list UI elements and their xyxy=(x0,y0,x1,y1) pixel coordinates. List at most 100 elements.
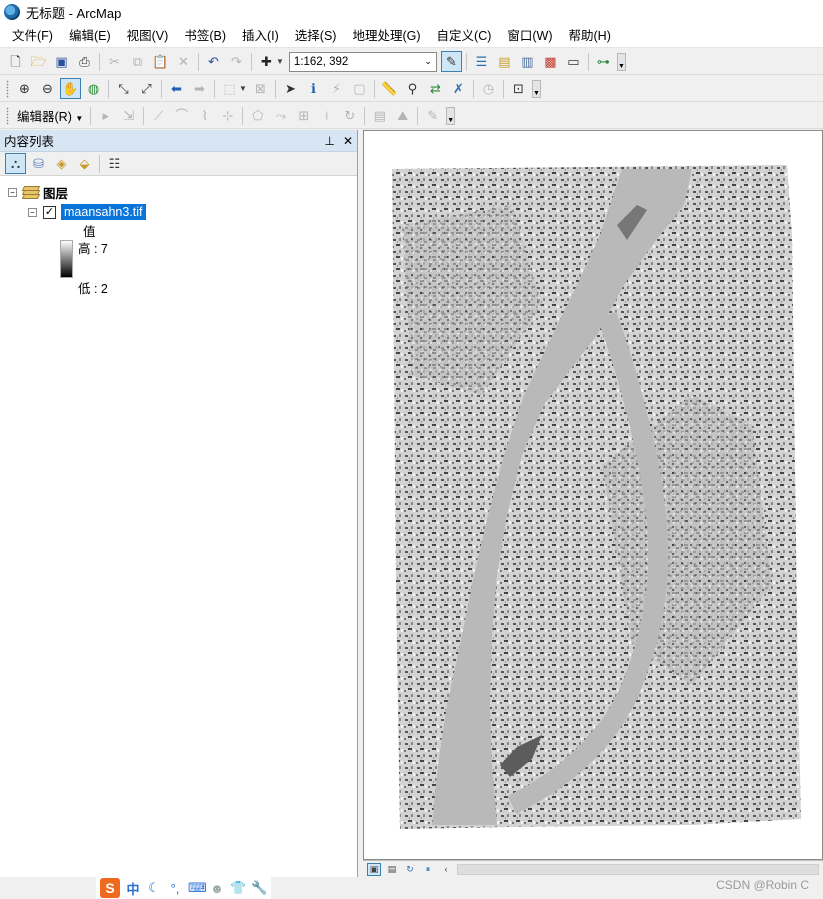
find-binoculars-icon[interactable]: ⚲ xyxy=(402,78,423,99)
menu-view[interactable]: 视图(V) xyxy=(119,24,177,48)
half-width-moon-icon[interactable]: ☾ xyxy=(146,880,162,896)
layout-view-icon[interactable]: ▤ xyxy=(385,863,399,876)
pin-icon[interactable]: ⊥ xyxy=(324,134,334,148)
refresh-icon[interactable]: ↻ xyxy=(403,863,417,876)
layer-name[interactable]: maansahn3.tif xyxy=(61,204,146,220)
fixed-zoom-out-icon[interactable]: ⤢ xyxy=(136,78,157,99)
list-by-source-icon[interactable]: ⛁ xyxy=(28,153,49,174)
menu-file[interactable]: 文件(F) xyxy=(4,24,61,48)
reshape-icon[interactable]: ⤳ xyxy=(270,105,291,126)
menu-windows[interactable]: 窗口(W) xyxy=(499,24,560,48)
create-features-icon[interactable]: ✎ xyxy=(422,105,443,126)
toolbar-overflow-icon[interactable]: ▼ xyxy=(446,106,456,125)
paste-icon[interactable]: 📋 xyxy=(150,51,171,72)
find-route-icon[interactable]: ⇄ xyxy=(425,78,446,99)
arctoolbox-icon[interactable]: ▩ xyxy=(540,51,561,72)
fixed-zoom-in-icon[interactable]: ⤡ xyxy=(113,78,134,99)
title-bar: 无标题 - ArcMap xyxy=(0,0,823,24)
close-icon[interactable]: ✕ xyxy=(343,134,353,148)
measure-icon[interactable]: 📏 xyxy=(379,78,400,99)
select-elements-icon[interactable]: ➤ xyxy=(280,78,301,99)
select-features-icon[interactable]: ⬚ xyxy=(219,78,240,99)
horizontal-scrollbar[interactable] xyxy=(457,863,819,875)
copy-icon[interactable]: ⧉ xyxy=(127,51,148,72)
cut-icon[interactable]: ✂ xyxy=(104,51,125,72)
pause-drawing-icon[interactable]: ⏸ xyxy=(421,863,435,876)
layer-row[interactable]: − ✓ maansahn3.tif xyxy=(8,202,357,222)
sketch-properties-icon[interactable]: ⛰ xyxy=(392,105,413,126)
editor-toolbar-icon[interactable]: ✎ xyxy=(440,51,462,72)
undo-icon[interactable]: ↶ xyxy=(203,51,224,72)
select-dropdown-icon[interactable]: ▼ xyxy=(239,84,247,93)
point-icon[interactable]: ⊹ xyxy=(217,105,238,126)
layers-root-row[interactable]: − 图层 xyxy=(8,182,357,202)
split-icon[interactable]: ⟊ xyxy=(316,105,337,126)
editor-menu-button[interactable]: 编辑器(R) ▼ xyxy=(13,106,87,125)
search-window-icon[interactable]: ▥ xyxy=(517,51,538,72)
identify-icon[interactable]: ℹ xyxy=(303,78,324,99)
back-arrow-icon[interactable]: ⬅ xyxy=(166,78,187,99)
redo-icon[interactable]: ↷ xyxy=(226,51,247,72)
straight-segment-icon[interactable]: ⟋ xyxy=(148,105,169,126)
scroll-left-icon[interactable]: ‹ xyxy=(439,863,453,876)
list-by-visibility-icon[interactable]: ◈ xyxy=(51,153,72,174)
list-by-selection-icon[interactable]: ⬙ xyxy=(74,153,95,174)
list-by-drawing-order-icon[interactable]: ⛬ xyxy=(5,153,26,174)
toolbar-overflow-icon[interactable]: ▼ xyxy=(616,52,626,71)
open-folder-icon[interactable]: 🗁 xyxy=(28,51,49,72)
python-window-icon[interactable]: ▭ xyxy=(563,51,584,72)
skin-shirt-icon[interactable]: 👕 xyxy=(230,880,246,896)
viewer-window-icon[interactable]: ⊡ xyxy=(508,78,529,99)
attributes-icon[interactable]: ▤ xyxy=(369,105,390,126)
menu-bookmarks[interactable]: 书签(B) xyxy=(176,24,234,48)
zoom-in-icon[interactable]: ⊕ xyxy=(14,78,35,99)
menu-customize[interactable]: 自定义(C) xyxy=(429,24,500,48)
punctuation-icon[interactable]: °, xyxy=(167,881,183,896)
tools-wrench-icon[interactable]: 🔧 xyxy=(251,880,267,896)
rotate-icon[interactable]: ↻ xyxy=(339,105,360,126)
map-display[interactable] xyxy=(363,130,823,860)
toolbar-overflow-icon[interactable]: ▼ xyxy=(531,79,541,98)
clear-selection-icon[interactable]: ⊠ xyxy=(250,78,271,99)
trace-icon[interactable]: ⌇ xyxy=(194,105,215,126)
edit-annotation-icon[interactable]: ⇲ xyxy=(118,105,139,126)
model-builder-icon[interactable]: ⊶ xyxy=(593,51,614,72)
toc-options-icon[interactable]: ☷ xyxy=(104,153,125,174)
pan-hand-icon[interactable]: ✋ xyxy=(60,78,81,99)
endpoint-arc-icon[interactable]: ⌒ xyxy=(171,105,192,126)
menu-selection[interactable]: 选择(S) xyxy=(287,24,345,48)
menu-edit[interactable]: 编辑(E) xyxy=(61,24,119,48)
edit-tool-icon[interactable]: ▸ xyxy=(95,105,116,126)
toolbar-grip[interactable] xyxy=(6,79,9,98)
map-scale-combobox[interactable]: 1:162, 392 ⌄ xyxy=(288,51,437,72)
menu-insert[interactable]: 插入(I) xyxy=(234,24,287,48)
keyboard-icon[interactable]: ⌨ xyxy=(188,880,207,896)
user-icon[interactable]: ☻ xyxy=(209,881,225,896)
collapse-icon[interactable]: − xyxy=(28,207,37,217)
hyperlink-icon[interactable]: ⚡ xyxy=(326,78,347,99)
cut-polygons-icon[interactable]: ⊞ xyxy=(293,105,314,126)
catalog-icon[interactable]: ▤ xyxy=(494,51,515,72)
new-document-icon[interactable]: 🗋 xyxy=(5,51,26,72)
html-popup-icon[interactable]: ▢ xyxy=(349,78,370,99)
sogou-ime-icon[interactable]: S xyxy=(100,878,120,898)
delete-icon[interactable]: ✕ xyxy=(173,51,194,72)
forward-arrow-icon[interactable]: ➡ xyxy=(189,78,210,99)
edit-vertices-icon[interactable]: ⬠ xyxy=(247,105,268,126)
print-icon[interactable]: ⎙ xyxy=(74,51,95,72)
collapse-icon[interactable]: − xyxy=(8,187,17,197)
data-view-icon[interactable]: ▣ xyxy=(367,862,381,876)
full-extent-globe-icon[interactable]: ◍ xyxy=(83,78,104,99)
table-of-contents-icon[interactable]: ☰ xyxy=(471,51,492,72)
menu-geoprocessing[interactable]: 地理处理(G) xyxy=(344,24,428,48)
menu-help[interactable]: 帮助(H) xyxy=(561,24,619,48)
layer-visibility-checkbox[interactable]: ✓ xyxy=(43,205,56,219)
chinese-mode-icon[interactable]: 中 xyxy=(125,879,141,898)
go-to-xy-icon[interactable]: ✗ xyxy=(448,78,469,99)
save-icon[interactable]: ▣ xyxy=(51,51,72,72)
add-data-dropdown-icon[interactable]: ▼ xyxy=(276,57,284,66)
time-slider-icon[interactable]: ◷ xyxy=(478,78,499,99)
add-data-icon[interactable]: ✚ xyxy=(256,51,277,72)
toolbar-grip[interactable] xyxy=(6,106,9,125)
zoom-out-icon[interactable]: ⊖ xyxy=(37,78,58,99)
